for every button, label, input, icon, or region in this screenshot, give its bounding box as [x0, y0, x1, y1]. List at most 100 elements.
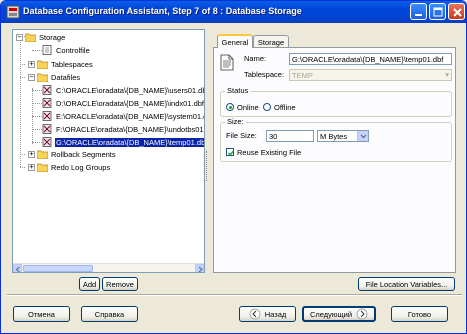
close-icon — [453, 8, 462, 17]
tree-label-datafile-selected: G:\ORACLE\oradata\{DB_NAME}\temp01.dbf — [53, 136, 204, 148]
tablespace-value: TEMP — [292, 71, 313, 80]
tree-line — [32, 50, 42, 51]
add-button[interactable]: Add — [79, 277, 100, 291]
offline-label: Offline — [274, 103, 296, 112]
tree-label-rollback-segments: Rollback Segments — [51, 149, 116, 159]
tree-label-datafile: F:\ORACLE\oradata\{DB_NAME}\undotbs01 — [56, 124, 204, 134]
tree-node-rollback-segments[interactable]: + Rollback Segments — [28, 148, 117, 160]
back-label: Назад — [264, 309, 287, 319]
tree-line — [20, 64, 25, 65]
tree-node-redo-log-groups[interactable]: + Redo Log Groups — [28, 161, 111, 173]
size-group-title: Size: — [225, 117, 246, 126]
file-size-field[interactable]: 30 — [266, 130, 314, 142]
tree-label-datafiles: Datafiles — [51, 72, 81, 82]
back-arrow-icon — [249, 308, 261, 320]
tree-node-datafiles[interactable]: − Datafiles — [28, 71, 81, 83]
name-field[interactable]: G:\ORACLE\oradata\{DB_NAME}\temp01.dbf — [289, 53, 452, 65]
datafile-icon — [42, 98, 52, 108]
next-arrow-icon — [356, 308, 368, 320]
reuse-existing-label: Reuse Existing File — [237, 148, 302, 157]
scroll-thumb[interactable] — [23, 265, 93, 272]
minimize-button[interactable] — [410, 3, 427, 20]
tablespace-select: TEMP ▾ — [289, 69, 452, 81]
checkmark-icon — [227, 150, 235, 156]
help-button[interactable]: Справка — [81, 306, 138, 322]
maximize-button[interactable] — [429, 3, 446, 20]
tree-label-controlfile: Controlfile — [56, 45, 90, 55]
online-radio[interactable] — [226, 103, 234, 111]
collapse-icon[interactable]: − — [28, 73, 35, 81]
folder-open-icon — [37, 73, 48, 82]
collapse-icon[interactable]: − — [16, 33, 23, 41]
folder-icon — [37, 60, 48, 69]
name-label: Name: — [244, 54, 267, 63]
remove-button[interactable]: Remove — [102, 277, 138, 291]
finish-button[interactable]: Готово — [391, 306, 448, 322]
tree-node-datafile[interactable]: F:\ORACLE\oradata\{DB_NAME}\undotbs01 — [42, 123, 204, 135]
tree-node-datafile[interactable]: E:\ORACLE\oradata\{DB_NAME}\system01.d — [42, 110, 205, 122]
oracle-app-icon — [6, 5, 20, 19]
folder-icon — [37, 163, 48, 172]
document-icon — [220, 54, 234, 71]
footer-separator — [7, 294, 462, 296]
expand-icon[interactable]: + — [28, 163, 35, 171]
tab-general[interactable]: General — [217, 34, 253, 48]
cancel-button[interactable]: Отмена — [13, 306, 70, 322]
back-button[interactable]: Назад — [239, 306, 296, 322]
dbca-window: Database Configuration Assistant, Step 7… — [0, 0, 467, 334]
folder-open-icon — [25, 33, 36, 42]
window-title: Database Configuration Assistant, Step 7… — [23, 6, 302, 16]
close-button[interactable] — [448, 3, 465, 20]
tree-label-redo-log-groups: Redo Log Groups — [51, 162, 111, 172]
chevron-down-icon: ▾ — [445, 70, 449, 79]
file-location-variables-button[interactable]: File Location Variables... — [358, 277, 455, 291]
expand-icon[interactable]: + — [28, 60, 35, 68]
datafile-icon — [42, 124, 52, 134]
reuse-existing-checkbox[interactable] — [226, 148, 235, 156]
scroll-left-button[interactable] — [13, 264, 22, 272]
tree-node-tablespaces[interactable]: + Tablespaces — [28, 58, 94, 70]
tree-horizontal-scrollbar[interactable] — [13, 263, 204, 272]
tree-label-tablespaces: Tablespaces — [51, 59, 93, 69]
tablespace-label: Tablespace: — [244, 70, 285, 79]
dropdown-button[interactable] — [357, 131, 368, 141]
size-group: Size: File Size: 30 M Bytes Reuse Existi… — [220, 117, 452, 162]
tree-line — [20, 154, 25, 155]
tree-node-datafile-selected[interactable]: G:\ORACLE\oradata\{DB_NAME}\temp01.dbf — [42, 136, 204, 148]
tree-node-datafile[interactable]: D:\ORACLE\oradata\{DB_NAME}\indx01.dbf — [42, 97, 204, 109]
folder-icon — [37, 150, 48, 159]
tree-line — [32, 103, 42, 104]
tree-node-datafile[interactable]: C:\ORACLE\oradata\{DB_NAME}\users01.db — [42, 84, 205, 96]
size-unit-value: M Bytes — [320, 132, 348, 141]
next-button[interactable]: Следующий — [302, 306, 376, 322]
scroll-right-button[interactable] — [195, 264, 204, 272]
size-unit-select[interactable]: M Bytes — [317, 130, 369, 142]
tree-label-datafile: E:\ORACLE\oradata\{DB_NAME}\system01.d — [56, 111, 205, 121]
offline-radio[interactable] — [263, 103, 271, 111]
tree-node-controlfile[interactable]: Controlfile — [42, 44, 91, 56]
minimize-icon — [415, 14, 422, 16]
storage-tree[interactable]: − Storage Controlfile + Tablespaces − Da… — [12, 29, 205, 273]
datafile-icon — [42, 137, 52, 147]
panel-splitter[interactable] — [206, 151, 209, 181]
arrow-right-icon — [198, 266, 203, 272]
title-bar[interactable]: Database Configuration Assistant, Step 7… — [1, 1, 466, 23]
general-tab-panel: Name: G:\ORACLE\oradata\{DB_NAME}\temp01… — [213, 47, 456, 273]
status-group-title: Status — [225, 86, 251, 95]
datafile-icon — [42, 85, 52, 95]
chevron-down-icon — [360, 134, 367, 139]
tree-label-datafile: C:\ORACLE\oradata\{DB_NAME}\users01.db — [56, 85, 205, 95]
next-label: Следующий — [309, 309, 353, 319]
controlfile-icon — [42, 45, 52, 55]
file-size-label: File Size: — [226, 131, 257, 140]
expand-icon[interactable]: + — [28, 150, 35, 158]
arrow-left-icon — [15, 266, 20, 272]
tree-line — [20, 77, 25, 78]
tree-line — [20, 42, 21, 167]
tree-line — [32, 116, 42, 117]
tree-node-storage[interactable]: − Storage — [16, 31, 66, 43]
tree-line — [20, 167, 25, 168]
online-label: Online — [237, 103, 259, 112]
tree-label-datafile: D:\ORACLE\oradata\{DB_NAME}\indx01.dbf — [56, 98, 204, 108]
tree-line — [32, 90, 42, 91]
